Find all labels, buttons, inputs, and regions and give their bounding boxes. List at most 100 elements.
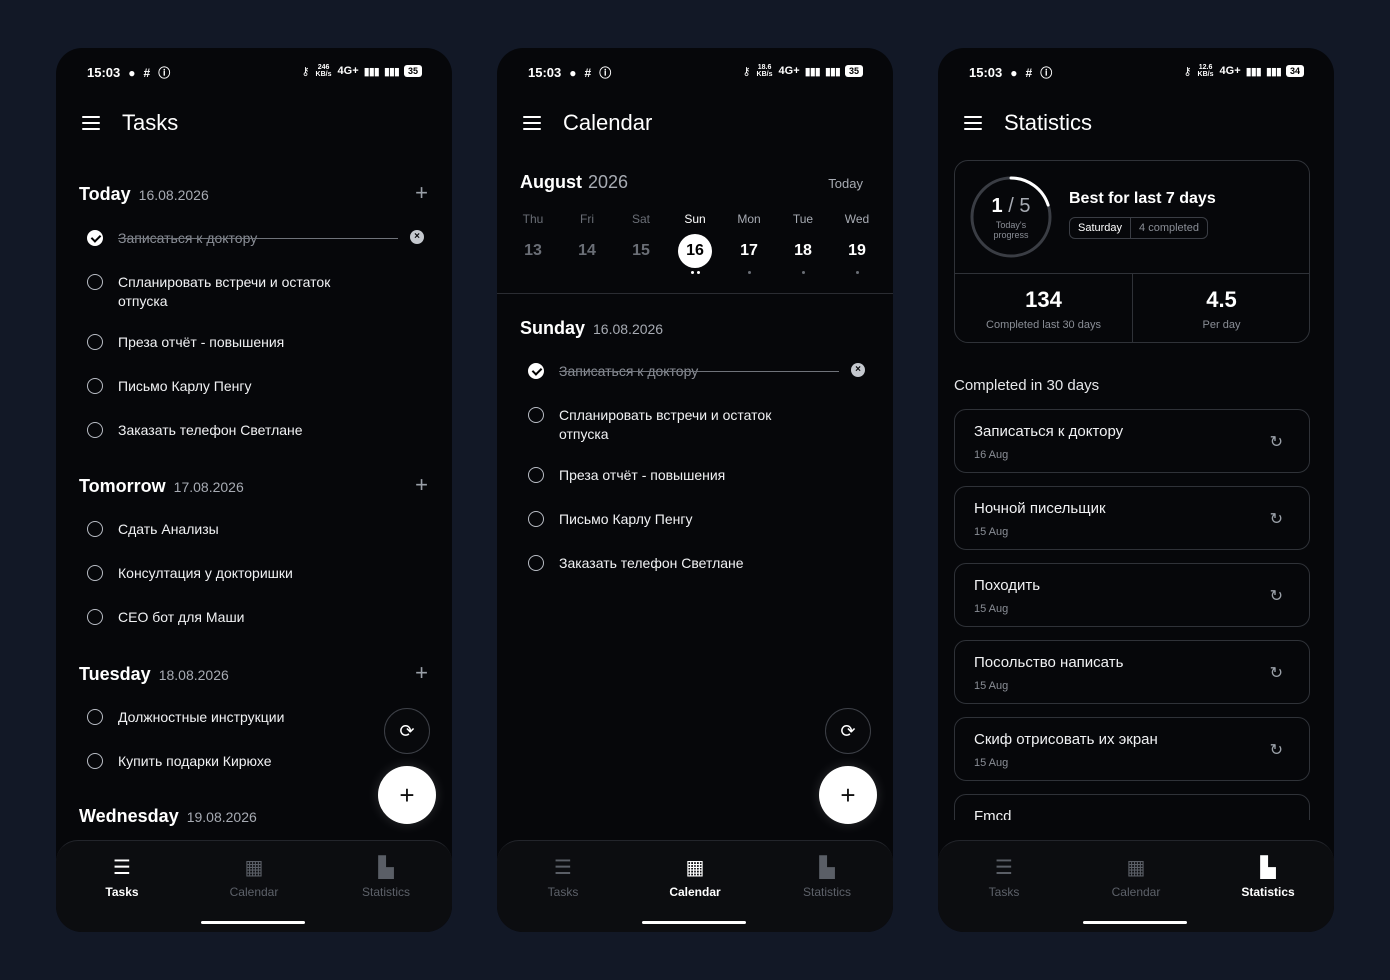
restore-icon[interactable]: ↻ <box>1270 740 1283 760</box>
completed-item: Скиф отрисовать их экран 15 Aug ↻ <box>954 717 1310 781</box>
history-button[interactable]: ⟳ <box>384 708 430 754</box>
task-label: Преза отчёт - повышения <box>559 467 726 483</box>
plus-icon: + <box>399 779 415 810</box>
task-item: Спланировать встречи и остаток отпуска <box>528 406 869 444</box>
nav-tasks[interactable]: ☰ Tasks <box>497 841 629 932</box>
day-name: Tue <box>792 212 814 226</box>
day-sat[interactable]: Sat 15 <box>614 212 668 279</box>
delete-icon[interactable]: × <box>851 363 865 377</box>
restore-icon[interactable]: ↻ <box>1270 817 1283 820</box>
task-checkbox[interactable] <box>87 378 103 394</box>
history-icon: ⟳ <box>399 720 415 741</box>
nav-statistics[interactable]: ▙ Statistics <box>1202 841 1334 932</box>
task-dot <box>855 271 859 274</box>
day-name: Fri <box>580 212 594 226</box>
task-checkbox[interactable] <box>528 511 544 527</box>
task-checkbox[interactable] <box>87 609 103 625</box>
task-item: Заказать телефон Светлане <box>87 421 428 440</box>
task-checkbox[interactable] <box>528 363 544 379</box>
selected-day-header: Sunday 16.08.2026 <box>520 318 869 339</box>
task-checkbox[interactable] <box>528 407 544 423</box>
day-name: Wed <box>844 212 870 226</box>
vpn-key-icon: ⚷ <box>742 65 751 78</box>
bar-chart-icon: ▙ <box>1260 857 1276 879</box>
section-title: Tuesday <box>79 664 151 684</box>
home-indicator <box>1083 921 1187 924</box>
add-icon[interactable]: + <box>415 662 428 684</box>
task-checkbox[interactable] <box>87 274 103 290</box>
hashtag-icon: # <box>584 65 592 80</box>
day-number: 17 <box>740 242 758 259</box>
restore-icon[interactable]: ↻ <box>1270 663 1283 683</box>
chat-icon: ● <box>128 65 136 80</box>
day-mon[interactable]: Mon 17 <box>722 212 776 279</box>
history-button[interactable]: ⟳ <box>825 708 871 754</box>
checklist-icon: ☰ <box>554 857 572 879</box>
nav-calendar[interactable]: ▦ Calendar <box>1070 841 1202 932</box>
task-label: Спланировать встречи и остаток отпуска <box>118 274 331 309</box>
completed-item: Походить 15 Aug ↻ <box>954 563 1310 627</box>
nav-calendar-label: Calendar <box>1111 885 1161 899</box>
nav-calendar-label: Calendar <box>669 885 721 899</box>
net-speed: 246 KB/s <box>315 64 332 78</box>
nav-calendar[interactable]: ▦ Calendar <box>629 841 761 932</box>
restore-icon[interactable]: ↻ <box>1270 509 1283 529</box>
day-thu[interactable]: Thu 13 <box>506 212 560 279</box>
delete-icon[interactable]: × <box>410 230 424 244</box>
add-icon[interactable]: + <box>415 182 428 204</box>
month-year: 2026 <box>588 172 629 192</box>
restore-icon[interactable]: ↻ <box>1270 432 1283 452</box>
task-item: Спланировать встречи и остаток отпуска <box>87 273 428 311</box>
task-dots <box>855 271 859 279</box>
task-checkbox[interactable] <box>528 467 544 483</box>
nav-statistics-label: Statistics <box>802 885 851 899</box>
signal-icon: ▮▮▮ <box>363 65 380 78</box>
today-button[interactable]: Today <box>828 176 863 191</box>
task-checkbox[interactable] <box>87 709 103 725</box>
home-indicator <box>201 921 305 924</box>
network-type: 4G+ <box>337 65 359 77</box>
day-wed[interactable]: Wed 19 <box>830 212 884 279</box>
nav-statistics[interactable]: ▙ Statistics <box>320 841 452 932</box>
task-item: Преза отчёт - повышения <box>528 466 869 485</box>
completed-item: Записаться к доктору 16 Aug ↻ <box>954 409 1310 473</box>
nav-statistics-label: Statistics <box>361 885 410 899</box>
task-checkbox[interactable] <box>87 753 103 769</box>
add-icon[interactable]: + <box>415 474 428 496</box>
completed-title: Скиф отрисовать их экран <box>974 731 1158 748</box>
nav-calendar[interactable]: ▦ Calendar <box>188 841 320 932</box>
menu-icon[interactable] <box>523 116 541 130</box>
completed-date: 15 Aug <box>974 680 1009 692</box>
day-sun[interactable]: Sun 16 <box>668 212 722 279</box>
task-label: Спланировать встречи и остаток отпуска <box>559 407 772 442</box>
task-checkbox[interactable] <box>528 555 544 571</box>
add-task-button[interactable]: + <box>819 766 877 824</box>
completed-date: 15 Aug <box>974 603 1009 615</box>
nav-statistics[interactable]: ▙ Statistics <box>761 841 893 932</box>
bottom-nav: ☰ Tasks ▦ Calendar ▙ Statistics <box>497 840 893 932</box>
task-item: Заказать телефон Светлане <box>528 554 869 573</box>
menu-icon[interactable] <box>82 116 100 130</box>
completed-item: Fmcd ↻ <box>954 794 1310 820</box>
task-item: Консултация у докторишки <box>87 564 428 583</box>
section-header: Tuesday 18.08.2026 + <box>79 662 428 685</box>
task-checkbox[interactable] <box>87 565 103 581</box>
task-checkbox[interactable] <box>87 422 103 438</box>
task-checkbox[interactable] <box>87 230 103 246</box>
task-dots <box>690 271 700 279</box>
task-label: Купить подарки Кирюхе <box>118 753 272 769</box>
completed-title: Посольство написать <box>974 654 1124 671</box>
day-fri[interactable]: Fri 14 <box>560 212 614 279</box>
task-checkbox[interactable] <box>87 521 103 537</box>
restore-icon[interactable]: ↻ <box>1270 586 1283 606</box>
section-title: Tomorrow <box>79 476 166 496</box>
nav-tasks[interactable]: ☰ Tasks <box>56 841 188 932</box>
add-task-button[interactable]: + <box>378 766 436 824</box>
day-tue[interactable]: Tue 18 <box>776 212 830 279</box>
nav-tasks[interactable]: ☰ Tasks <box>938 841 1070 932</box>
task-label: Письмо Карлу Пенгу <box>118 378 252 394</box>
task-dot <box>801 271 805 274</box>
completed-title: Fmcd <box>974 808 1012 820</box>
nav-tasks-label: Tasks <box>105 885 139 899</box>
task-checkbox[interactable] <box>87 334 103 350</box>
